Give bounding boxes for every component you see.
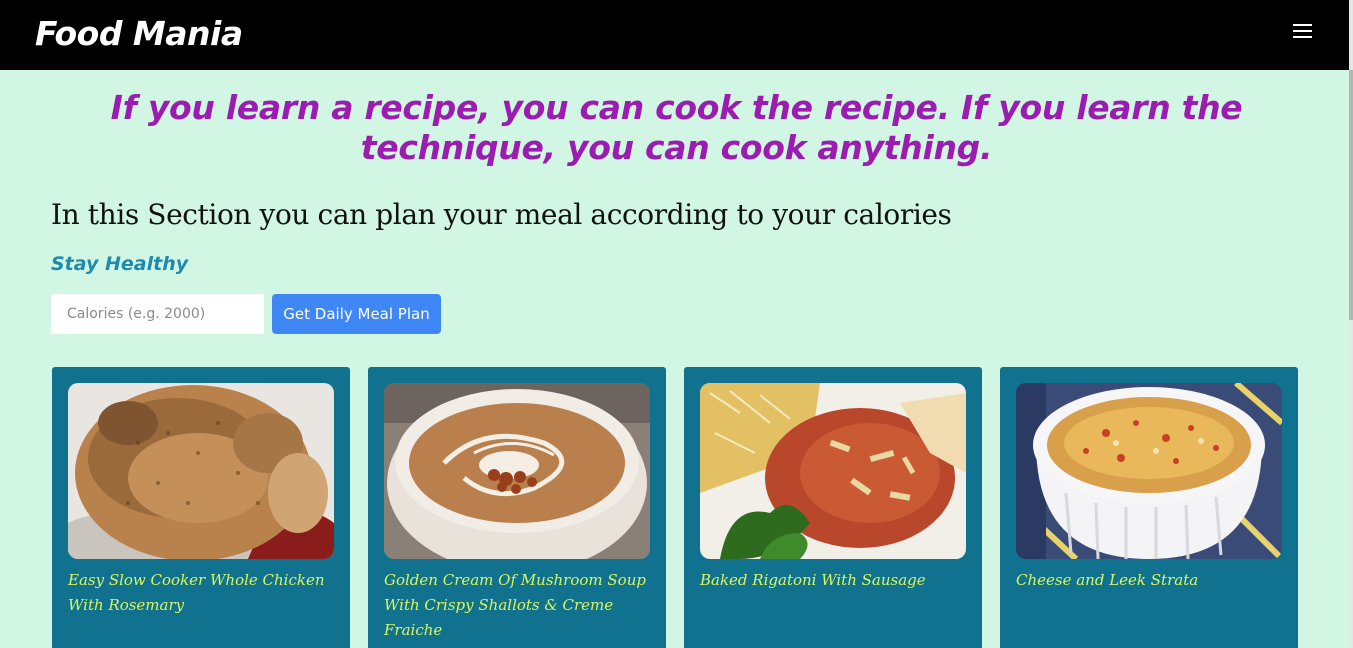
navbar: Food Mania [0, 0, 1353, 70]
recipe-image-roast-chicken[interactable] [68, 383, 334, 559]
recipe-title[interactable]: Cheese and Leek Strata [1016, 568, 1282, 593]
get-daily-meal-plan-button[interactable]: Get Daily Meal Plan [272, 294, 441, 334]
stay-healthy-tagline: Stay Healthy [51, 253, 189, 275]
recipe-card[interactable]: Easy Slow Cooker Whole Chicken With Rose… [52, 367, 350, 648]
recipe-title[interactable]: Golden Cream Of Mushroom Soup With Crisp… [384, 568, 650, 643]
section-heading: In this Section you can plan your meal a… [51, 198, 952, 231]
scrollbar-thumb[interactable] [1349, 70, 1353, 320]
recipe-image-leek-strata[interactable] [1016, 383, 1282, 559]
recipe-card[interactable]: Baked Rigatoni With Sausage [684, 367, 982, 648]
recipe-image-baked-rigatoni[interactable] [700, 383, 966, 559]
recipe-title[interactable]: Easy Slow Cooker Whole Chicken With Rose… [68, 568, 334, 618]
calories-input[interactable] [51, 294, 264, 334]
recipe-image-mushroom-soup[interactable] [384, 383, 650, 559]
recipe-card[interactable]: Golden Cream Of Mushroom Soup With Crisp… [368, 367, 666, 648]
hamburger-menu-icon[interactable] [1293, 24, 1312, 40]
brand-logo[interactable]: Food Mania [35, 14, 243, 53]
recipe-title[interactable]: Baked Rigatoni With Sausage [700, 568, 966, 593]
recipe-card[interactable]: Cheese and Leek Strata [1000, 367, 1298, 648]
hero-quote: If you learn a recipe, you can cook the … [110, 88, 1243, 167]
page-scrollbar[interactable] [1349, 0, 1353, 648]
